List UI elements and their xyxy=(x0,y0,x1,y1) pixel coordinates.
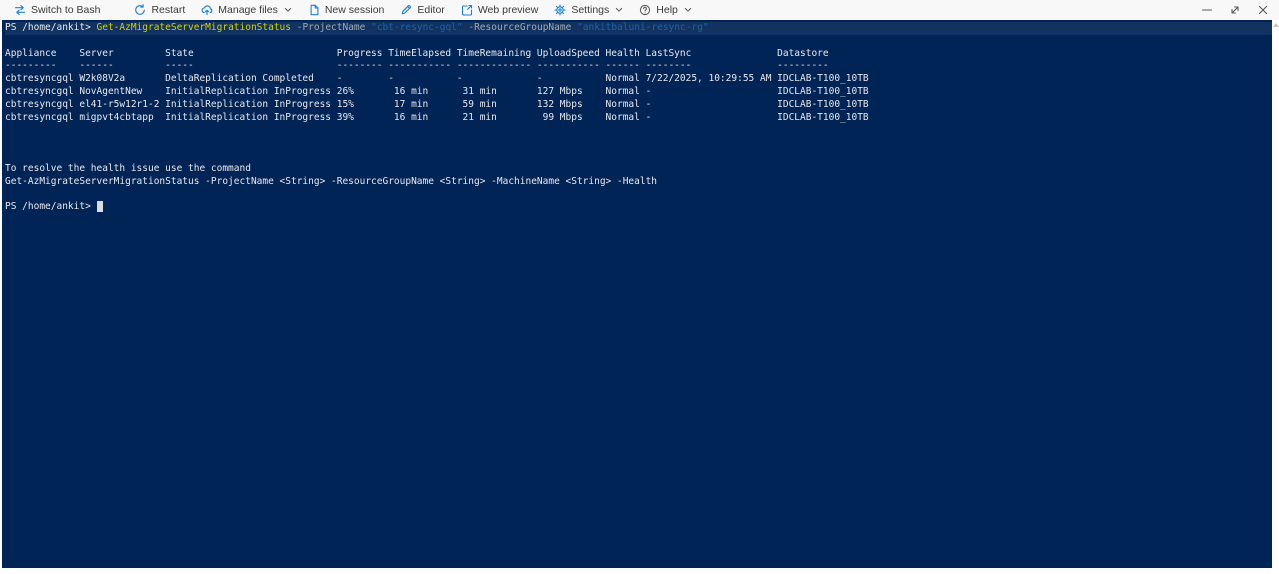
terminal-scrollbar[interactable] xyxy=(1272,20,1279,574)
minimize-icon xyxy=(1201,9,1213,11)
cloud-shell-toolbar: Switch to Bash Restart Manage files New ses… xyxy=(0,0,1279,20)
scrollbar-up-arrow-icon[interactable] xyxy=(1272,23,1279,27)
toolbar-button-label: Restart xyxy=(151,4,186,16)
table-row-line: cbtresyncgql el41-r5w12r1-2 InitialRepli… xyxy=(5,98,869,110)
terminal-cursor xyxy=(96,201,103,213)
toolbar-button-switch-to-bash[interactable]: Switch to Bash xyxy=(6,0,108,20)
toolbar-button-help[interactable]: Help xyxy=(631,0,700,20)
terminal-line: To resolve the health issue use the comm… xyxy=(5,162,251,174)
terminal-line: PS /home/ankit> xyxy=(5,201,1272,214)
toolbar-button-settings[interactable]: Settings xyxy=(546,0,631,20)
table-dashes-line: --------- ------ ----- -------- --------… xyxy=(5,60,829,72)
table-header-line: Appliance Server State Progress TimeElap… xyxy=(5,47,829,59)
toolbar-window-controls xyxy=(1201,4,1279,16)
chevron-down-icon xyxy=(284,7,292,12)
table-row-line: cbtresyncgql W2k08V2a DeltaReplication C… xyxy=(5,73,869,85)
toolbar-button-label: New session xyxy=(324,4,385,16)
toolbar-button-editor[interactable]: Editor xyxy=(392,0,452,20)
close-button[interactable] xyxy=(1257,4,1269,16)
table-row-line: cbtresyncgql NovAgentNew InitialReplicat… xyxy=(5,85,869,97)
terminal-line: Get-AzMigrateServerMigrationStatus -Proj… xyxy=(5,175,658,187)
terminal-line: PS /home/ankit> Get-AzMigrateServerMigra… xyxy=(5,22,1272,35)
gear-icon xyxy=(554,4,566,16)
restore-button[interactable] xyxy=(1229,4,1241,16)
toolbar-button-label: Manage files xyxy=(218,4,278,16)
terminal[interactable]: PS /home/ankit> Get-AzMigrateServerMigra… xyxy=(2,20,1272,568)
resize-diagonal-icon xyxy=(1231,6,1239,14)
toolbar-button-label: Editor xyxy=(417,4,445,16)
web-preview-icon xyxy=(461,4,472,16)
toolbar-button-new-session[interactable]: New session xyxy=(300,0,393,20)
toolbar-button-restart[interactable]: Restart xyxy=(126,0,193,20)
close-icon xyxy=(1258,5,1268,15)
new-file-icon xyxy=(310,4,319,16)
chevron-down-icon xyxy=(616,7,623,12)
help-icon xyxy=(640,4,651,16)
toolbar-button-label: Help xyxy=(656,4,678,16)
cloud-upload-icon xyxy=(201,5,213,16)
toolbar-button-manage-files[interactable]: Manage files xyxy=(193,0,300,20)
toolbar-button-label: Settings xyxy=(571,4,610,16)
switch-arrows-icon xyxy=(14,4,26,16)
chevron-down-icon xyxy=(684,7,692,12)
toolbar-button-label: Switch to Bash xyxy=(31,4,101,16)
minimize-button[interactable] xyxy=(1201,4,1213,16)
pencil-icon xyxy=(402,4,412,15)
toolbar-button-label: Web preview xyxy=(477,4,539,16)
restart-icon xyxy=(135,4,146,15)
table-row-line: cbtresyncgql migpvt4cbtapp InitialReplic… xyxy=(5,111,869,123)
toolbar-button-web-preview[interactable]: Web preview xyxy=(453,0,547,20)
toolbar-left-group: Switch to Bash Restart Manage files New ses… xyxy=(0,0,700,20)
